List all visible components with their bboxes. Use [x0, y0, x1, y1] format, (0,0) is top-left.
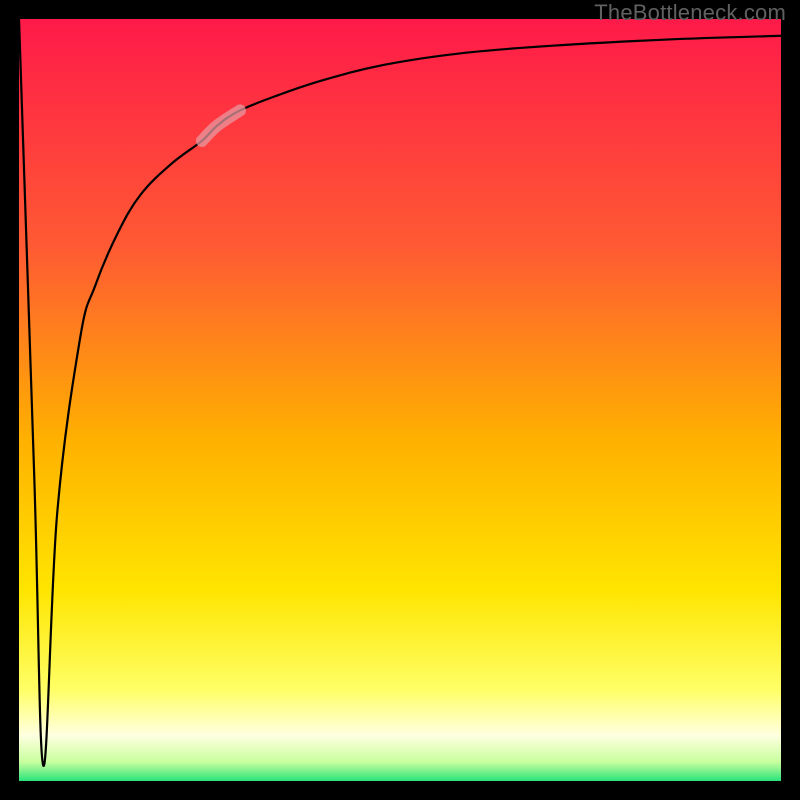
bottleneck-curve — [19, 19, 781, 766]
curve-layer — [19, 19, 781, 781]
curve-highlight-segment — [202, 110, 240, 140]
chart-root: TheBottleneck.com — [0, 0, 800, 800]
plot-area — [19, 19, 781, 781]
watermark-label: TheBottleneck.com — [594, 0, 786, 26]
